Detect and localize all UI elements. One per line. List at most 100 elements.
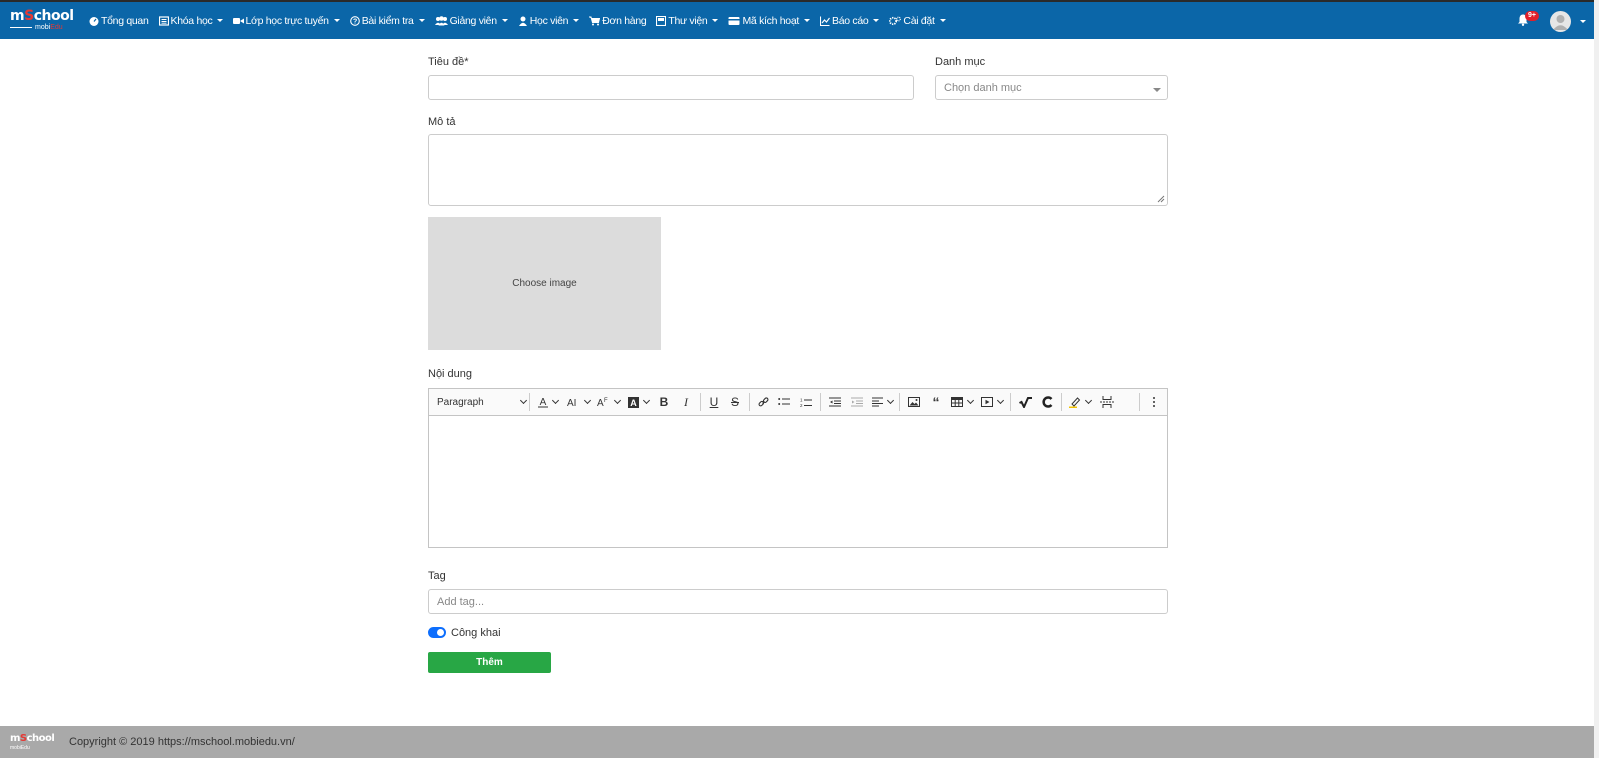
- menu-item-activation-code[interactable]: Mã kích hoạt: [728, 15, 810, 27]
- menu-item-tests[interactable]: ? Bài kiểm tra: [349, 14, 425, 27]
- top-navbar: mSchool mobiEdu Tổng quan Khóa học Lớp h…: [0, 0, 1594, 39]
- add-button-label: Thêm: [476, 657, 503, 668]
- menu-label: Giảng viên: [449, 14, 498, 27]
- svg-text:F: F: [604, 398, 608, 404]
- highlight-button[interactable]: [1065, 391, 1095, 413]
- public-toggle[interactable]: [428, 627, 446, 638]
- course-icon: [158, 15, 169, 26]
- paragraph-dropdown[interactable]: Paragraph: [435, 391, 528, 413]
- menu-label: Học viên: [529, 14, 569, 27]
- menu-item-courses[interactable]: Khóa học: [158, 15, 224, 27]
- content-label: Nội dung: [428, 368, 473, 380]
- chevron-down-icon: [966, 396, 975, 405]
- logo-text-o: S: [24, 8, 34, 24]
- description-textarea[interactable]: [428, 134, 1168, 206]
- menu-item-students[interactable]: Học viên: [518, 14, 580, 27]
- footer-logo-m: m: [10, 733, 20, 744]
- tag-placeholder: Add tag...: [437, 595, 485, 608]
- dashboard-icon: [89, 16, 99, 26]
- math-icon[interactable]: [1014, 391, 1036, 413]
- toolbar-divider: [899, 393, 900, 411]
- title-label: Tiêu đề*: [428, 56, 469, 68]
- chevron-down-icon: [573, 19, 580, 22]
- chevron-down-icon: [803, 19, 810, 22]
- logo-line: [10, 27, 32, 28]
- chevron-down-icon: [939, 19, 946, 22]
- image-icon[interactable]: [903, 391, 925, 413]
- menu-item-library[interactable]: Thư viện: [656, 15, 719, 27]
- main-menu: Tổng quan Khóa học Lớp học trực tuyến ? …: [89, 2, 956, 39]
- toolbar-divider: [529, 393, 530, 411]
- chevron-down-icon: [642, 396, 650, 405]
- more-icon[interactable]: [1143, 391, 1165, 413]
- logo-text-m: m: [10, 8, 25, 24]
- menu-item-online-class[interactable]: Lớp học trực tuyến: [233, 14, 340, 27]
- menu-label: Bài kiểm tra: [361, 14, 414, 27]
- outdent-icon[interactable]: [824, 391, 846, 413]
- font-size-button[interactable]: AI: [563, 391, 593, 413]
- footer: mSchool mobiEdu Copyright © 2019 https:/…: [0, 726, 1599, 758]
- menu-item-reports[interactable]: Báo cáo: [819, 15, 880, 27]
- font-family-button[interactable]: AF: [593, 391, 623, 413]
- toolbar-divider: [1010, 393, 1011, 411]
- chart-icon: [819, 16, 830, 26]
- menu-label: Lớp học trực tuyến: [245, 14, 329, 27]
- menu-item-orders[interactable]: Đơn hàng: [589, 15, 647, 27]
- link-icon[interactable]: [753, 391, 773, 413]
- svg-text:2: 2: [800, 403, 803, 408]
- indent-icon[interactable]: [846, 391, 868, 413]
- page-break-icon[interactable]: [1095, 391, 1119, 413]
- category-select[interactable]: Chọn danh mục: [935, 75, 1168, 100]
- align-icon: [871, 397, 883, 407]
- bold-icon[interactable]: B: [653, 391, 675, 413]
- chevron-down-icon: [333, 19, 340, 22]
- menu-item-teachers[interactable]: Giảng viên: [434, 14, 508, 27]
- font-size-icon: AI: [567, 398, 576, 408]
- background-color-button[interactable]: A: [623, 391, 653, 413]
- font-color-button[interactable]: A: [533, 391, 563, 413]
- bulleted-list-icon[interactable]: [773, 391, 795, 413]
- add-button[interactable]: Thêm: [428, 652, 551, 673]
- svg-text:?: ?: [353, 18, 357, 25]
- avatar[interactable]: [1550, 11, 1571, 32]
- blockquote-icon[interactable]: “: [925, 391, 947, 413]
- question-icon: ?: [349, 15, 360, 26]
- align-button[interactable]: [868, 391, 896, 413]
- page-scrollbar[interactable]: [1594, 0, 1599, 758]
- svg-text:1: 1: [800, 397, 803, 402]
- toolbar-divider: [749, 393, 750, 411]
- gears-icon: [889, 16, 902, 26]
- svg-text:A: A: [630, 398, 637, 408]
- mschool-logo[interactable]: mSchool mobiEdu: [10, 9, 76, 33]
- chevron-down-icon[interactable]: [1580, 20, 1586, 23]
- menu-item-overview[interactable]: Tổng quan: [89, 15, 149, 27]
- chevron-down-icon: [519, 396, 528, 405]
- users-icon: [434, 15, 448, 26]
- title-input[interactable]: [428, 75, 914, 100]
- highlight-icon: [1069, 397, 1081, 408]
- chevron-down-icon: [501, 19, 508, 22]
- toolbar-divider: [1139, 393, 1140, 411]
- table-icon: [951, 397, 963, 407]
- menu-item-settings[interactable]: Cài đặt: [889, 15, 946, 27]
- numbered-list-icon[interactable]: 12: [795, 391, 817, 413]
- tag-input[interactable]: Add tag...: [428, 589, 1168, 614]
- choose-image-label: Choose image: [512, 278, 577, 289]
- cart-icon: [589, 16, 601, 26]
- chevron-down-icon: [418, 19, 425, 22]
- italic-icon[interactable]: I: [675, 391, 697, 413]
- resize-handle-icon[interactable]: [1157, 195, 1165, 203]
- toolbar-divider: [820, 393, 821, 411]
- card-icon: [728, 16, 740, 26]
- media-button[interactable]: [977, 391, 1007, 413]
- editor-content-area[interactable]: [429, 416, 1167, 547]
- user-icon: [518, 16, 528, 26]
- chevron-down-icon: [996, 396, 1005, 405]
- paragraph-label: Paragraph: [437, 396, 484, 408]
- table-button[interactable]: [947, 391, 977, 413]
- underline-icon[interactable]: U: [704, 391, 724, 413]
- svg-text:A: A: [540, 397, 547, 408]
- choose-image-button[interactable]: Choose image: [428, 217, 661, 350]
- chemistry-icon[interactable]: [1036, 391, 1058, 413]
- strikethrough-icon[interactable]: S: [724, 391, 746, 413]
